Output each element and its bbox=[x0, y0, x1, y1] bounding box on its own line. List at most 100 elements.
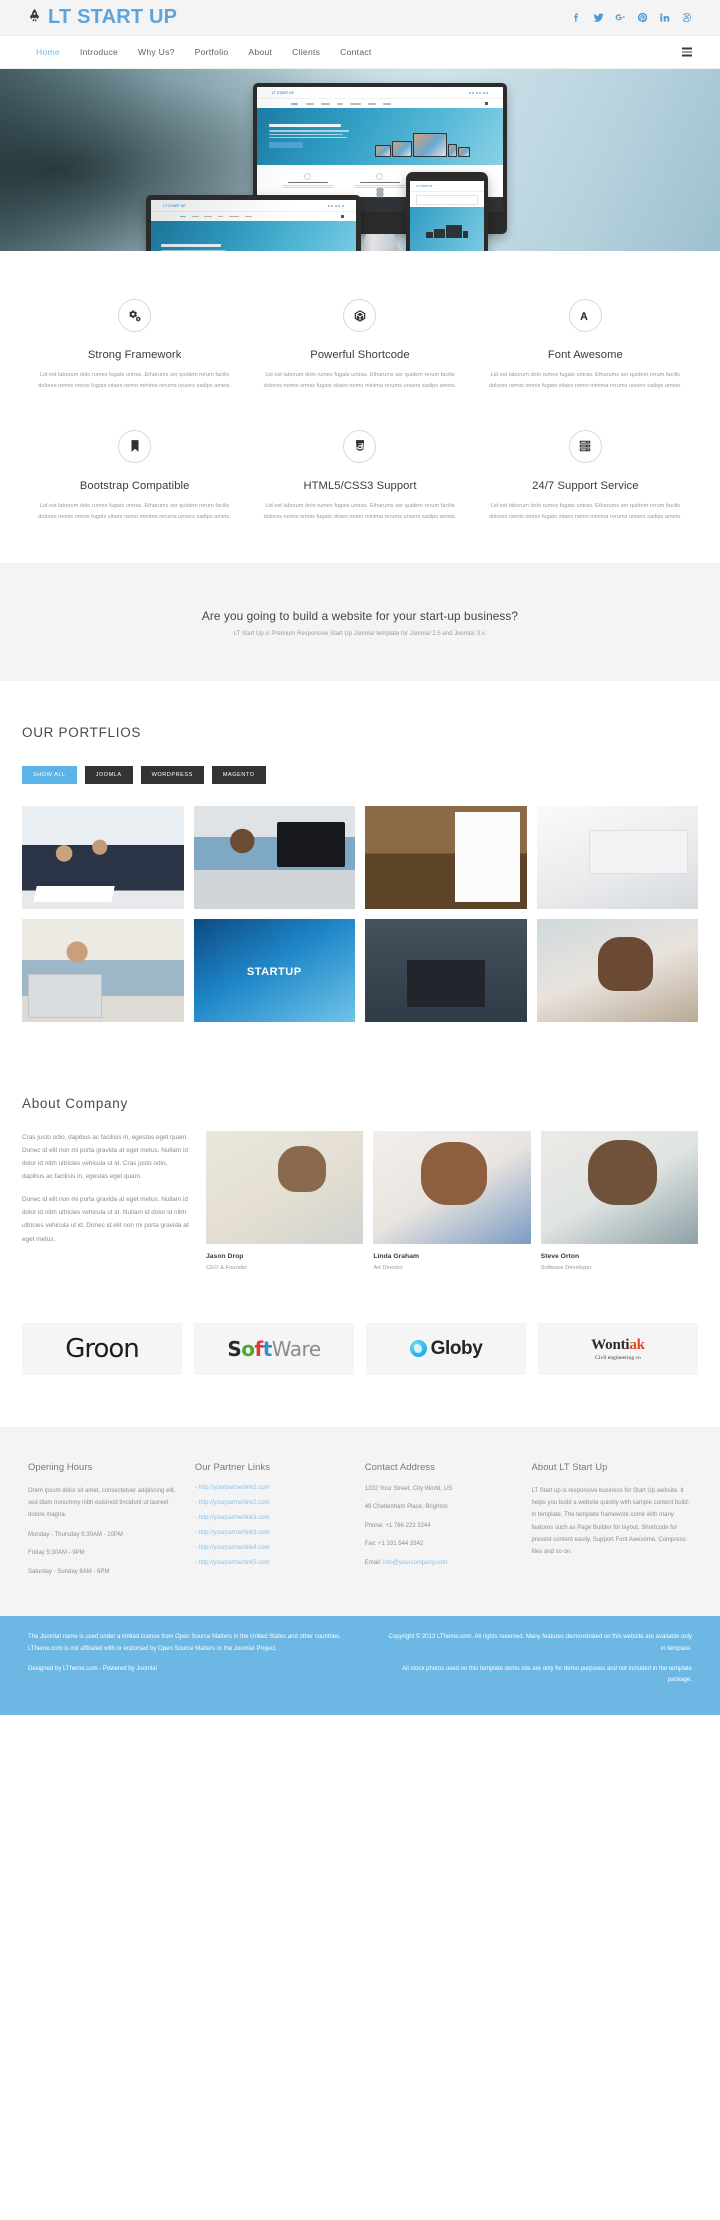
imac-mockup: LT START UP bbox=[253, 83, 507, 251]
portfolio-grid bbox=[22, 805, 698, 1022]
client-logo-wontiak[interactable]: Wontiak Civil engineering co bbox=[538, 1322, 698, 1375]
feature-title: Bootstrap Compatible bbox=[79, 479, 190, 492]
device-mockup-group: LT START UP LT START UP LT START UP bbox=[0, 75, 720, 251]
nav-item-introduce[interactable]: Introduce bbox=[80, 47, 118, 57]
bookmark-icon bbox=[118, 429, 152, 463]
client-logo-groon[interactable]: Groon bbox=[22, 1322, 182, 1375]
avatar bbox=[540, 1130, 698, 1244]
partner-link[interactable]: - http://yourpartnerlink3.com bbox=[195, 1530, 351, 1536]
partner-link-text: http://yourpartnerlink4.com bbox=[198, 1544, 270, 1551]
nav-item-clients[interactable]: Clients bbox=[292, 47, 320, 57]
feature-description: Lid est laborum dolo rumes fugats untras… bbox=[38, 372, 232, 389]
footer-heading: About LT Start Up bbox=[531, 1460, 608, 1472]
opening-hours-line: Saturday - Sunday 8AM - 6PM bbox=[28, 1568, 110, 1575]
macbook-mockup: LT START UP bbox=[146, 195, 361, 251]
about-title: About Company bbox=[22, 1095, 128, 1111]
client-name: Groon bbox=[65, 1333, 140, 1364]
about-paragraph: Donec id elit non mi porta gravida at eg… bbox=[22, 1196, 189, 1243]
about-section: About Company Cras justo odio, dapibus a… bbox=[0, 1051, 720, 1271]
nav-item-why-us[interactable]: Why Us? bbox=[138, 47, 175, 57]
copyright-text: Copyright © 2013 LTheme.com. All rights … bbox=[388, 1634, 692, 1652]
contact-address-line-1: 1332 Your Street, City World, US bbox=[364, 1485, 452, 1492]
feature-description: Lid est laborum dolo rumes fugats untras… bbox=[488, 502, 682, 520]
twitter-icon[interactable] bbox=[592, 12, 604, 24]
mockup-brand: LT START UP bbox=[271, 90, 294, 95]
filter-magento[interactable]: MAGENTO bbox=[211, 765, 266, 784]
nav-item-contact[interactable]: Contact bbox=[340, 47, 371, 57]
portfolio-item[interactable] bbox=[22, 918, 184, 1022]
partner-link[interactable]: - http://yourpartnerlink2.com bbox=[195, 1500, 351, 1506]
partner-link-text: http://yourpartnerlink2.com bbox=[198, 1499, 270, 1506]
feature-title: Strong Framework bbox=[87, 349, 182, 361]
footer-heading: Opening Hours bbox=[28, 1460, 93, 1472]
feature-powerful-shortcode: Powerful Shortcode Lid est laborum dolo … bbox=[247, 299, 472, 392]
feature-description: Lid est laborum dolo rumes fugats untras… bbox=[263, 502, 457, 520]
portfolio-item[interactable] bbox=[536, 805, 698, 909]
apple-logo-icon bbox=[376, 187, 384, 198]
facebook-icon[interactable] bbox=[570, 12, 582, 24]
nav-item-portfolio[interactable]: Portfolio bbox=[195, 47, 229, 57]
designed-by-text: Designed by LTheme.com - Powered by Joom… bbox=[28, 1665, 158, 1672]
partner-link[interactable]: - http://yourpartnerlink4.com bbox=[195, 1545, 351, 1551]
tablet-mockup: LT START UP bbox=[406, 172, 488, 251]
nav-item-home[interactable]: Home bbox=[36, 47, 60, 57]
client-logo-globy[interactable]: Globy bbox=[366, 1322, 526, 1375]
dribbble-icon[interactable] bbox=[680, 12, 692, 24]
filter-show-all[interactable]: SHOW ALL bbox=[22, 765, 77, 784]
team-member-name: Jason Drop bbox=[206, 1252, 244, 1260]
partner-link[interactable]: - http://yourpartnerlink1.com bbox=[195, 1485, 351, 1491]
portfolio-item[interactable] bbox=[365, 918, 527, 1022]
contact-email-link[interactable]: info@yourcompany.com bbox=[383, 1560, 447, 1566]
globe-icon bbox=[409, 1340, 427, 1358]
filter-wordpress[interactable]: WORDPRESS bbox=[140, 765, 204, 784]
portfolio-item[interactable] bbox=[365, 805, 527, 909]
client-name: Globy bbox=[430, 1337, 483, 1359]
pinterest-icon[interactable] bbox=[636, 12, 648, 24]
social-links bbox=[570, 12, 692, 24]
google-plus-icon[interactable] bbox=[614, 12, 626, 24]
footer-heading: Contact Address bbox=[364, 1460, 435, 1472]
linkedin-icon[interactable] bbox=[658, 12, 670, 24]
portfolio-filters: SHOW ALL JOOMLA WORDPRESS MAGENTO bbox=[22, 765, 698, 784]
portfolio-item[interactable] bbox=[536, 918, 698, 1022]
hamburger-menu-icon[interactable] bbox=[682, 47, 692, 57]
team-list: Jason Drop CEO & Founder Linda Graham Ar… bbox=[206, 1130, 698, 1271]
feature-strong-framework: Strong Framework Lid est laborum dolo ru… bbox=[22, 299, 247, 392]
copyright-left: The Joomla! name is used under a limited… bbox=[28, 1632, 358, 1695]
portfolio-title: OUR PORTFLIOS bbox=[22, 724, 142, 740]
portfolio-item[interactable] bbox=[193, 805, 355, 909]
top-bar: LT START UP bbox=[0, 0, 720, 36]
feature-font-awesome: Font Awesome Lid est laborum dolo rumes … bbox=[473, 299, 698, 392]
copyright-right: Copyright © 2013 LTheme.com. All rights … bbox=[384, 1632, 692, 1695]
partner-link-text: http://yourpartnerlink5.com bbox=[198, 1559, 270, 1566]
portfolio-item[interactable] bbox=[22, 805, 184, 909]
html5-icon bbox=[343, 429, 377, 463]
call-to-action-section: Are you going to build a website for you… bbox=[0, 562, 720, 681]
feature-description: Lid est laborum dolo rumes fugats untras… bbox=[263, 372, 457, 389]
partner-link-text: http://yourpartnerlink3.com bbox=[198, 1514, 270, 1521]
hero-banner: LT START UP LT START UP LT START UP bbox=[0, 69, 720, 251]
team-member-role: Software Developer bbox=[540, 1264, 592, 1271]
gears-icon bbox=[118, 299, 152, 332]
avatar bbox=[373, 1130, 531, 1244]
client-name: Wontiak bbox=[591, 1337, 645, 1354]
footer-col-opening-hours: Opening Hours Orem ipsum dolor sit amet,… bbox=[28, 1461, 181, 1587]
footer-col-contact-address: Contact Address 1332 Your Street, City W… bbox=[365, 1461, 518, 1587]
nav-item-about[interactable]: About bbox=[248, 47, 272, 57]
feature-title: HTML5/CSS3 Support bbox=[303, 479, 417, 492]
filter-joomla[interactable]: JOOMLA bbox=[84, 765, 133, 784]
client-logo-software[interactable]: SoftWare bbox=[194, 1322, 354, 1375]
client-tagline: Civil engineering co bbox=[595, 1355, 641, 1362]
copyright-bar: JOO CREATIVE The Joomla! name is used un… bbox=[0, 1616, 720, 1716]
feature-support-service: 24/7 Support Service Lid est laborum dol… bbox=[473, 429, 698, 523]
partner-link[interactable]: - http://yourpartnerlink3.com bbox=[195, 1515, 351, 1521]
contact-email-row: Email: info@yourcompany.com bbox=[365, 1559, 518, 1569]
about-text: Cras justo odio, dapibus ac facilisis in… bbox=[22, 1131, 190, 1271]
client-name: SoftWare bbox=[227, 1336, 321, 1361]
rocket-icon bbox=[28, 8, 41, 25]
partner-link[interactable]: - http://yourpartnerlink5.com bbox=[195, 1560, 351, 1566]
portfolio-item[interactable] bbox=[193, 918, 355, 1022]
site-brand[interactable]: LT START UP bbox=[28, 6, 177, 29]
footer-col-partner-links: Our Partner Links - http://yourpartnerli… bbox=[195, 1461, 351, 1587]
feature-description: Lid est laborum dolo rumes fugats untras… bbox=[38, 502, 232, 520]
